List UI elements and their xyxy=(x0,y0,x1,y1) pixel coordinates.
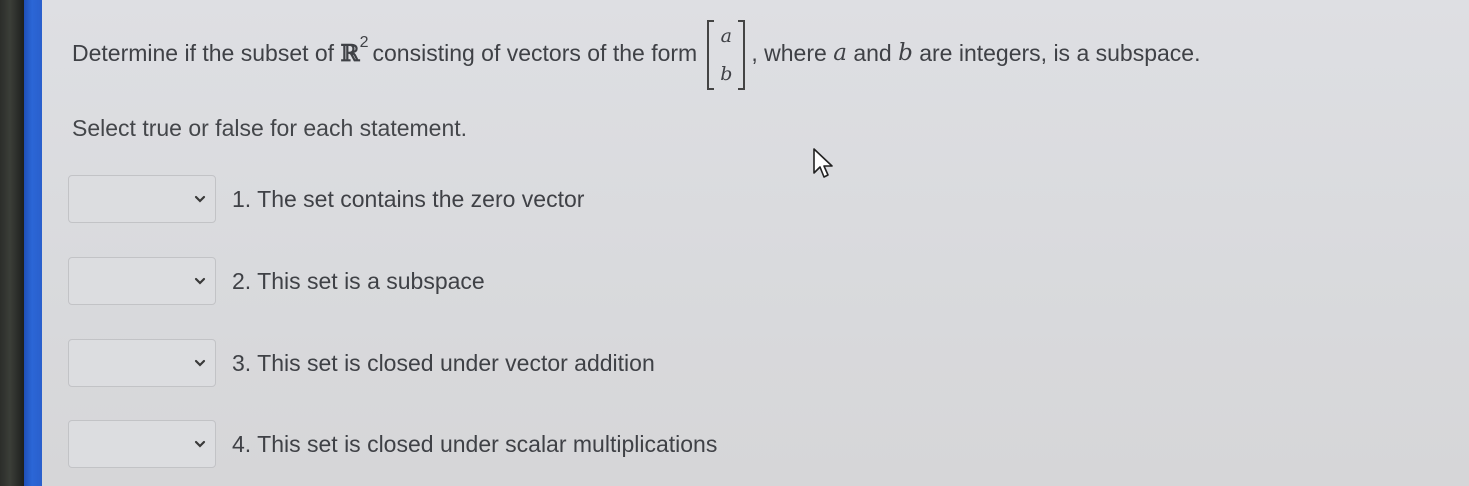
statement-label-3: 3. This set is closed under vector addit… xyxy=(232,349,655,376)
statement-row-2: 2. This set is a subspace xyxy=(68,257,485,305)
statement-row-4: 4. This set is closed under scalar multi… xyxy=(68,420,717,468)
window-edge-blue xyxy=(24,0,42,486)
statement-label-2: 2. This set is a subspace xyxy=(232,267,485,294)
question-and: and xyxy=(853,39,892,66)
left-bracket xyxy=(707,20,715,90)
mouse-pointer-icon xyxy=(813,148,833,178)
true-false-select-3[interactable] xyxy=(68,339,216,387)
vector-entry-top: a xyxy=(720,25,732,47)
question-intro: Determine if the subset of xyxy=(72,39,335,66)
question-text: Determine if the subset of ℝ 2 consistin… xyxy=(72,13,1432,93)
question-ending: are integers, is a subspace. xyxy=(919,39,1201,66)
space-exponent: 2 xyxy=(359,34,369,51)
statement-row-3: 3. This set is closed under vector addit… xyxy=(68,339,655,387)
chevron-down-icon xyxy=(194,277,206,285)
statement-label-1: 1. The set contains the zero vector xyxy=(232,185,585,212)
variable-b: b xyxy=(898,40,913,66)
variable-a: a xyxy=(833,40,847,66)
column-vector: a b xyxy=(707,18,746,92)
question-panel: Determine if the subset of ℝ 2 consistin… xyxy=(42,0,1469,486)
true-false-select-4[interactable] xyxy=(68,420,216,468)
true-false-select-1[interactable] xyxy=(68,175,216,223)
screen-edge-dark xyxy=(0,0,24,486)
chevron-down-icon xyxy=(194,440,206,448)
statement-row-1: 1. The set contains the zero vector xyxy=(68,175,584,223)
true-false-select-2[interactable] xyxy=(68,257,216,305)
right-bracket xyxy=(738,20,746,90)
question-where: , where xyxy=(751,39,827,66)
question-middle: consisting of vectors of the form xyxy=(372,39,698,66)
statement-label-4: 4. This set is closed under scalar multi… xyxy=(232,430,718,457)
chevron-down-icon xyxy=(194,195,206,203)
chevron-down-icon xyxy=(194,359,206,367)
vector-entry-bottom: b xyxy=(720,63,733,85)
instruction-text: Select true or false for each statement. xyxy=(72,115,468,141)
real-space-symbol: ℝ xyxy=(340,39,360,67)
